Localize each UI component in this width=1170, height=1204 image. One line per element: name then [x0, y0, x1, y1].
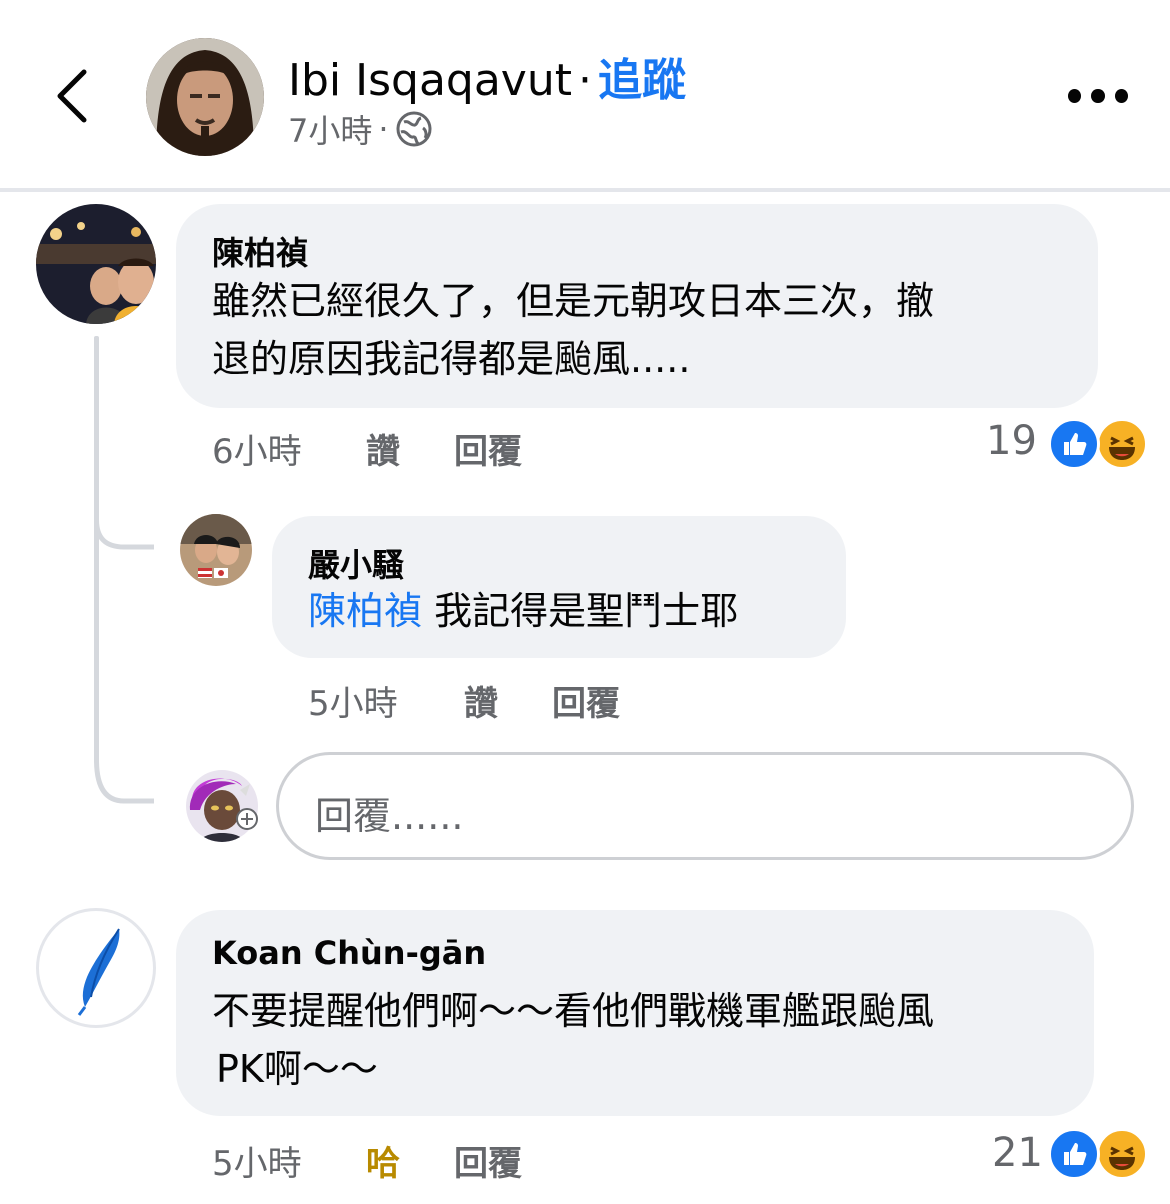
comment-text-line: 不要提醒他們啊～～看他們戰機軍艦跟颱風 — [212, 989, 935, 1033]
post-meta: 7小時 · — [288, 106, 433, 152]
dot-icon — [1114, 89, 1128, 103]
comment-author[interactable]: 陳柏禎 — [212, 228, 308, 274]
reply-input-placeholder: 回覆...... — [315, 794, 464, 838]
dot-icon — [1091, 89, 1105, 103]
reaction-count[interactable]: 21 — [992, 1130, 1043, 1176]
comment-author[interactable]: Koan Chùn-gān — [212, 934, 486, 972]
thread-connector — [94, 740, 154, 804]
reply-actions: 5小時 讚 回覆 — [308, 676, 620, 725]
poster-avatar[interactable] — [146, 38, 264, 156]
comment-time[interactable]: 6小時 — [212, 424, 366, 473]
reaction-count[interactable]: 19 — [986, 418, 1037, 464]
dot-icon — [1068, 89, 1082, 103]
comment-text-line: PK啊～～ — [216, 1047, 378, 1091]
post-time[interactable]: 7小時 — [288, 106, 372, 152]
reply-button[interactable]: 回覆 — [454, 1136, 522, 1185]
poster-name-line: Ibi Isqaqavut · 追蹤 — [288, 44, 686, 108]
more-options-button[interactable] — [1068, 86, 1128, 106]
header-divider — [0, 188, 1170, 192]
haha-reaction-button[interactable]: 哈 — [366, 1136, 454, 1185]
thread-connector — [94, 490, 154, 550]
comment-text: 雖然已經很久了，但是元朝攻日本三次，撤 退的原因我記得都是颱風..... — [212, 272, 934, 388]
commenter-avatar[interactable] — [36, 908, 156, 1028]
reply-button[interactable]: 回覆 — [454, 424, 522, 473]
commenter-avatar[interactable] — [36, 204, 156, 324]
reply-author-avatar[interactable] — [180, 514, 252, 586]
like-icon[interactable] — [1048, 1128, 1100, 1180]
back-button[interactable] — [50, 66, 110, 126]
like-button[interactable]: 讚 — [366, 424, 454, 473]
haha-icon[interactable] — [1096, 1128, 1148, 1180]
haha-icon[interactable] — [1096, 418, 1148, 470]
reply-text: 陳柏禎 我記得是聖鬥士耶 — [308, 582, 738, 640]
reply-time[interactable]: 5小時 — [308, 676, 464, 725]
reply-text-body: 我記得是聖鬥士耶 — [434, 589, 739, 633]
mention-link[interactable]: 陳柏禎 — [308, 589, 422, 633]
like-icon[interactable] — [1048, 418, 1100, 470]
meta-dot: · — [378, 110, 389, 148]
comment-text: 不要提醒他們啊～～看他們戰機軍艦跟颱風 PK啊～～ — [212, 982, 934, 1098]
reply-button[interactable]: 回覆 — [552, 676, 620, 725]
globe-icon — [396, 111, 432, 147]
comment-text-line: 退的原因我記得都是颱風..... — [212, 337, 691, 381]
reply-input[interactable]: 回覆...... — [276, 752, 1134, 860]
reply-author[interactable]: 嚴小騷 — [308, 540, 404, 586]
comment-actions: 6小時 讚 回覆 — [212, 424, 522, 473]
comment-time[interactable]: 5小時 — [212, 1136, 366, 1185]
follow-button[interactable]: 追蹤 — [598, 55, 686, 106]
comment-text-line: 雖然已經很久了，但是元朝攻日本三次，撤 — [212, 279, 935, 323]
name-separator: · — [577, 55, 592, 106]
like-button[interactable]: 讚 — [464, 676, 552, 725]
poster-name[interactable]: Ibi Isqaqavut — [288, 55, 572, 106]
chevron-left-icon — [57, 69, 87, 123]
comment-actions: 5小時 哈 回覆 — [212, 1136, 522, 1185]
add-icon — [236, 808, 258, 830]
